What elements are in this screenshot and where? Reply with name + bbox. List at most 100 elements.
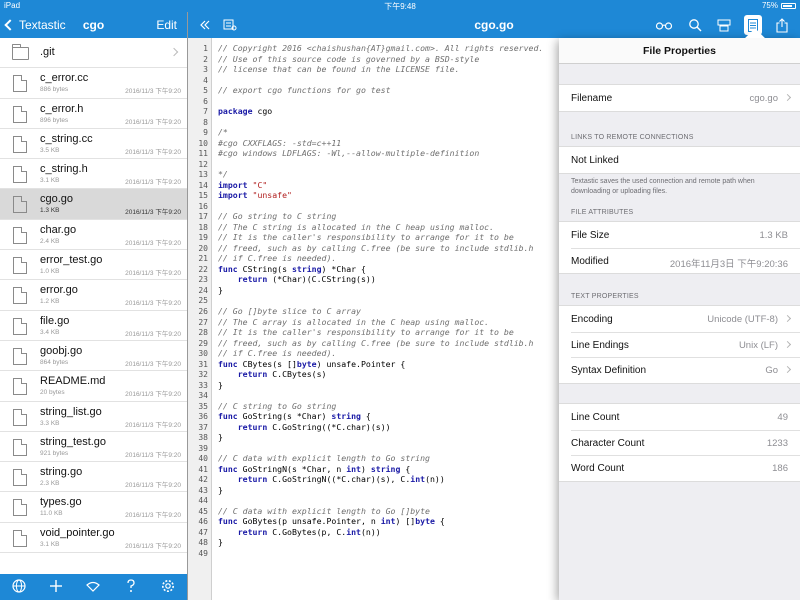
word-count-label: Word Count	[571, 463, 625, 475]
file-list-item[interactable]: char.go 2.4 KB 2016/11/3 下午9:20	[0, 220, 187, 251]
list-item-folder[interactable]: .git	[0, 38, 187, 69]
code-line: import "C"	[218, 179, 268, 190]
file-date: 2016/11/3 下午9:20	[125, 482, 181, 490]
chevron-right-icon	[783, 93, 792, 102]
glasses-icon[interactable]	[654, 16, 674, 34]
document-icon	[13, 408, 27, 426]
file-size: 3.1 KB	[40, 177, 60, 185]
syntax-definition-row[interactable]: Syntax Definition Go	[559, 357, 800, 383]
globe-icon[interactable]	[9, 578, 29, 596]
encoding-row[interactable]: Encoding Unicode (UTF-8)	[559, 306, 800, 332]
code-line: // freed, such as by calling C.free (be …	[218, 242, 534, 253]
encoding-value: Unicode (UTF-8)	[707, 314, 778, 325]
file-list-item[interactable]: string.go 2.3 KB 2016/11/3 下午9:20	[0, 462, 187, 493]
line-number: 48	[198, 538, 208, 548]
file-size: 3.3 KB	[40, 419, 60, 427]
file-date: 2016/11/3 下午9:20	[125, 239, 181, 247]
code-line: // Go string to C string	[218, 211, 337, 222]
line-count-value: 49	[777, 412, 788, 423]
edit-button[interactable]: Edit	[156, 18, 177, 32]
line-count-label: Line Count	[571, 412, 620, 423]
file-list-item[interactable]: goobj.go 864 bytes 2016/11/3 下午9:20	[0, 341, 187, 372]
folder-name: .git	[40, 46, 55, 58]
popover-title: File Properties	[559, 38, 800, 64]
document-icon	[13, 378, 27, 396]
code-line: // freed, such as by calling C.free (be …	[218, 337, 534, 348]
file-name: types.go	[40, 496, 82, 509]
file-list-item[interactable]: c_error.h 896 bytes 2016/11/3 下午9:20	[0, 99, 187, 129]
file-list-item[interactable]: string_list.go 3.3 KB 2016/11/3 下午9:20	[0, 402, 187, 432]
character-count-label: Character Count	[571, 437, 645, 449]
wifi-icon[interactable]	[83, 579, 103, 596]
file-list-item[interactable]: c_string.cc 3.5 KB 2016/11/3 下午9:20	[0, 129, 187, 160]
document-icon	[13, 257, 27, 275]
line-endings-row[interactable]: Line Endings Unix (LF)	[559, 331, 800, 358]
document-icon	[13, 105, 27, 123]
not-linked-label: Not Linked	[571, 155, 619, 166]
file-list-item[interactable]: void_pointer.go 3.1 KB 2016/11/3 下午9:20	[0, 523, 187, 554]
settings-icon[interactable]	[158, 579, 178, 596]
modified-row: Modified 2016年11月3日 下午9:20:36	[559, 247, 800, 274]
line-number: 41	[198, 464, 208, 474]
attributes-group: File Size 1.3 KB Modified 2016年11月3日 下午9…	[559, 221, 800, 275]
plus-icon[interactable]	[46, 579, 66, 596]
attributes-section-header: FILE ATTRIBUTES	[571, 209, 634, 216]
document-icon	[13, 226, 27, 244]
character-count-value: 1233	[766, 437, 788, 449]
file-size: 20 bytes	[40, 389, 65, 397]
line-number: 38	[198, 433, 208, 443]
file-size: 1.0 KB	[40, 268, 60, 276]
code-line: // if C.free is needed).	[218, 253, 337, 264]
line-number: 26	[198, 307, 208, 316]
file-name: goobj.go	[40, 344, 83, 357]
line-number: 29	[198, 338, 208, 348]
code-line: func GoStringN(s *Char, n int) string {	[218, 463, 411, 474]
file-size: 3.1 KB	[40, 540, 60, 548]
counts-group: Line Count 49 Character Count 1233 Word …	[559, 403, 800, 483]
text-section-header: TEXT PROPERTIES	[571, 293, 639, 300]
battery-percent: 75%	[761, 1, 778, 10]
file-list-item[interactable]: types.go 11.0 KB 2016/11/3 下午9:20	[0, 492, 187, 523]
editor-title: cgo.go	[474, 18, 514, 32]
file-name: c_string.cc	[40, 132, 93, 145]
file-list-item[interactable]: file.go 3.4 KB 2016/11/3 下午9:20	[0, 311, 187, 341]
code-line: return C.CBytes(s)	[237, 369, 327, 380]
links-section-header: LINKS TO REMOTE CONNECTIONS	[571, 134, 694, 141]
code-line: return (*Char)(C.CString(s))	[237, 274, 376, 285]
chevron-right-icon	[783, 340, 792, 348]
filename-row[interactable]: Filename cgo.go	[559, 85, 800, 111]
help-icon[interactable]	[121, 578, 141, 596]
file-list-item[interactable]: error_test.go 1.0 KB 2016/11/3 下午9:20	[0, 250, 187, 281]
word-count-value: 186	[772, 463, 788, 475]
file-list-item[interactable]: c_error.cc 886 bytes 2016/11/3 下午9:20	[0, 68, 187, 99]
code-line: // if C.free is needed).	[218, 348, 337, 359]
file-list-item[interactable]: string_test.go 921 bytes 2016/11/3 下午9:20	[0, 432, 187, 463]
code-line: }	[218, 379, 223, 390]
file-name: string_test.go	[40, 435, 107, 448]
line-number: 17	[198, 212, 208, 222]
file-list-item[interactable]: c_string.h 3.1 KB 2016/11/3 下午9:20	[0, 159, 187, 190]
document-icon	[13, 166, 27, 184]
file-name: c_error.h	[40, 102, 84, 115]
line-number: 36	[198, 412, 208, 422]
file-name: cgo.go	[40, 193, 74, 206]
code-line: func GoString(s *Char) string {	[218, 411, 371, 422]
line-number: 18	[198, 222, 208, 232]
chevron-right-icon	[169, 47, 179, 57]
code-line: // Copyright 2016 <chaishushan{AT}gmail.…	[218, 43, 544, 53]
share-icon[interactable]	[774, 16, 790, 34]
file-list-item[interactable]: cgo.go 1.3 KB 2016/11/3 下午9:20	[0, 189, 187, 220]
file-date: 2016/11/3 下午9:20	[125, 148, 181, 156]
keyboard-icon[interactable]	[716, 16, 732, 34]
code-line: // export cgo functions for go test	[218, 85, 391, 96]
line-number: 4	[203, 75, 208, 85]
battery-icon	[781, 2, 796, 9]
chevron-right-icon	[783, 366, 792, 374]
search-icon[interactable]	[687, 16, 703, 34]
file-list-item[interactable]: README.md 20 bytes 2016/11/3 下午9:20	[0, 371, 187, 402]
code-line: // license that can be found in the LICE…	[218, 64, 460, 75]
line-number-gutter: 1 2 3 4 5 6 7 8 9 10 11 12 13 14 15 16 17 18 19 20 21 22 23 24 2…	[188, 38, 212, 600]
not-linked-row: Not Linked	[559, 147, 800, 173]
file-name: void_pointer.go	[40, 526, 115, 539]
file-list-item[interactable]: error.go 1.2 KB 2016/11/3 下午9:20	[0, 280, 187, 311]
